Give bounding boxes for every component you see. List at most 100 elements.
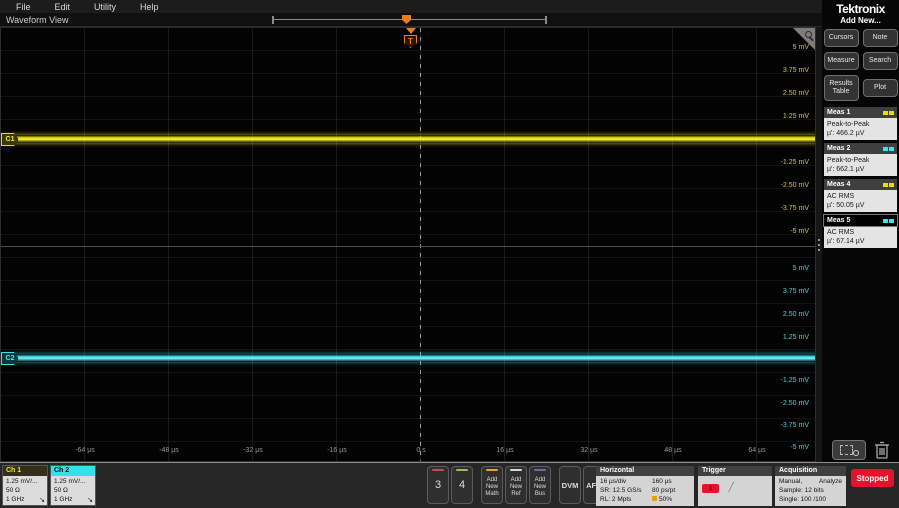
add-new-button-grid: Cursors Note Measure Search Results Tabl… [822, 29, 899, 101]
ch2-vlabel: 2.50 mV [749, 311, 809, 318]
ch4-stripe [456, 469, 468, 471]
run-stop-button[interactable]: Stopped [851, 469, 894, 487]
ch1-vlabel: -5 mV [749, 228, 809, 235]
ch1-vlabel: -3.75 mV [749, 205, 809, 212]
menu-help[interactable]: Help [140, 2, 159, 12]
trigger-title: Trigger [698, 466, 772, 476]
waveform-display[interactable]: C1 C2 T 5 mV 3.75 mV 2.50 mV 1.25 mV -1.… [0, 27, 816, 462]
slice-divider [1, 246, 816, 247]
horizontal-window: 160 µs [652, 477, 672, 486]
ch2-vlabel: -1.25 mV [749, 377, 809, 384]
trash-icon[interactable] [874, 440, 890, 460]
ch2-source-icon [883, 147, 888, 151]
results-bar: Tektronix Add New... Cursors Note Measur… [822, 0, 899, 462]
trigger-position-line [420, 28, 421, 462]
math-stripe [486, 469, 498, 471]
ch2-badge[interactable]: Ch 2 1.25 mV/... 50 Ω 1 GHz ↘ [50, 465, 96, 506]
time-label: -64 µs [60, 447, 110, 454]
trigger-arrow-icon [406, 28, 416, 34]
ch2-vlabel: 3.75 mV [749, 288, 809, 295]
zoom-box-button[interactable] [832, 440, 866, 460]
cursors-button[interactable]: Cursors [824, 29, 859, 47]
probe-compensation-icon: ↘ [87, 496, 93, 504]
ch1-vlabel: -1.25 mV [749, 159, 809, 166]
search-button[interactable]: Search [863, 52, 898, 70]
ch2-source-icon [889, 219, 894, 223]
ch2-vlabel: 5 mV [749, 265, 809, 272]
note-button[interactable]: Note [863, 29, 898, 47]
ch1-source-icon [883, 183, 888, 187]
sample-interval: 80 ps/pt [652, 486, 675, 495]
ch2-badge-title: Ch 2 [51, 466, 95, 476]
channel-function-buttons: 3 4 Add New Math Add New Ref A [427, 466, 605, 504]
time-label: 0 s [396, 447, 446, 454]
meas-type: AC RMS [827, 228, 894, 237]
horizontal-position-icon [652, 496, 657, 501]
ch2-vlabel: 1.25 mV [749, 334, 809, 341]
time-label: -48 µs [144, 447, 194, 454]
menu-edit[interactable]: Edit [55, 2, 71, 12]
trigger-level-badge[interactable]: T [404, 35, 417, 48]
ch1-vlabel: -2.50 mV [749, 182, 809, 189]
ch1-source-icon [883, 111, 888, 115]
add-new-label: Add New... [822, 16, 899, 25]
meas1-badge[interactable]: Meas 1 Peak-to-Peak µ': 466.2 µV [824, 107, 897, 140]
acquisition-analyze: Analyze [819, 477, 842, 486]
trigger-slope-icon: ╱ [728, 482, 733, 492]
time-label: -32 µs [228, 447, 278, 454]
settings-bar: Ch 1 1.25 mV/... 50 Ω 1 GHz ↘ Ch 2 1.25 … [0, 462, 899, 508]
meas2-badge[interactable]: Meas 2 Peak-to-Peak µ': 662.1 µV [824, 143, 897, 176]
ch2-source-icon [883, 219, 888, 223]
acquisition-sample: Sample: 12 bits [779, 486, 842, 495]
results-bar-footer [822, 437, 899, 462]
sample-rate: SR: 12.5 GS/s [600, 486, 652, 495]
add-new-bus-button[interactable]: Add New Bus [529, 466, 551, 504]
ch2-vlabel: -2.50 mV [749, 400, 809, 407]
ch2-source-icon [889, 147, 894, 151]
ch1-scale: 1.25 mV/... [6, 477, 44, 486]
meas-value: µ': 466.2 µV [827, 129, 894, 138]
menu-file[interactable]: File [16, 2, 31, 12]
meas5-badge[interactable]: Meas 5 AC RMS µ': 67.14 µV [824, 215, 897, 248]
ch2-termination: 50 Ω [54, 486, 92, 495]
acquisition-title: Acquisition [775, 466, 846, 476]
time-label: 16 µs [480, 447, 530, 454]
results-table-button[interactable]: Results Table [824, 75, 859, 101]
ch1-source-icon [889, 183, 894, 187]
ref-stripe [510, 469, 522, 471]
horizontal-scale: 16 µs/div [600, 477, 652, 486]
add-new-ref-button[interactable]: Add New Ref [505, 466, 527, 504]
ch2-vlabel: -3.75 mV [749, 422, 809, 429]
acquisition-single: Single: 100 /100 [779, 495, 842, 504]
menu-utility[interactable]: Utility [94, 2, 116, 12]
tektronix-logo: Tektronix [822, 0, 899, 16]
ch2-waveform-trace[interactable] [1, 354, 816, 362]
meas-value: µ': 662.1 µV [827, 165, 894, 174]
measure-button[interactable]: Measure [824, 52, 859, 70]
plot-button[interactable]: Plot [863, 79, 898, 97]
horizontal-badge[interactable]: Horizontal 16 µs/div 160 µs SR: 12.5 GS/… [596, 466, 694, 506]
ch1-badge[interactable]: Ch 1 1.25 mV/... 50 Ω 1 GHz ↘ [2, 465, 48, 506]
trigger-badge[interactable]: Trigger 1 ╱ [698, 466, 772, 506]
ch4-button[interactable]: 4 [451, 466, 473, 504]
ch3-button[interactable]: 3 [427, 466, 449, 504]
ch1-termination: 50 Ω [6, 486, 44, 495]
time-label: 64 µs [732, 447, 782, 454]
time-label: 48 µs [648, 447, 698, 454]
zoom-box-icon [840, 445, 853, 455]
waveform-view-tab[interactable]: Waveform View [6, 15, 69, 25]
ch1-badge-title: Ch 1 [3, 466, 47, 476]
time-label: 32 µs [564, 447, 614, 454]
add-new-math-button[interactable]: Add New Math [481, 466, 503, 504]
ch1-waveform-trace[interactable] [1, 135, 816, 143]
ch3-stripe [432, 469, 444, 471]
meas4-badge[interactable]: Meas 4 AC RMS µ': 50.05 µV [824, 179, 897, 212]
waveform-view-header: Waveform View [0, 13, 822, 27]
meas-type: AC RMS [827, 192, 894, 201]
dvm-button[interactable]: DVM [559, 466, 581, 504]
ch1-vlabel: 1.25 mV [749, 113, 809, 120]
trigger-source-badge: 1 [702, 484, 719, 493]
meas-type: Peak-to-Peak [827, 120, 894, 129]
magnifier-icon [853, 450, 859, 456]
acquisition-badge[interactable]: Acquisition Manual, Analyze Sample: 12 b… [775, 466, 846, 506]
